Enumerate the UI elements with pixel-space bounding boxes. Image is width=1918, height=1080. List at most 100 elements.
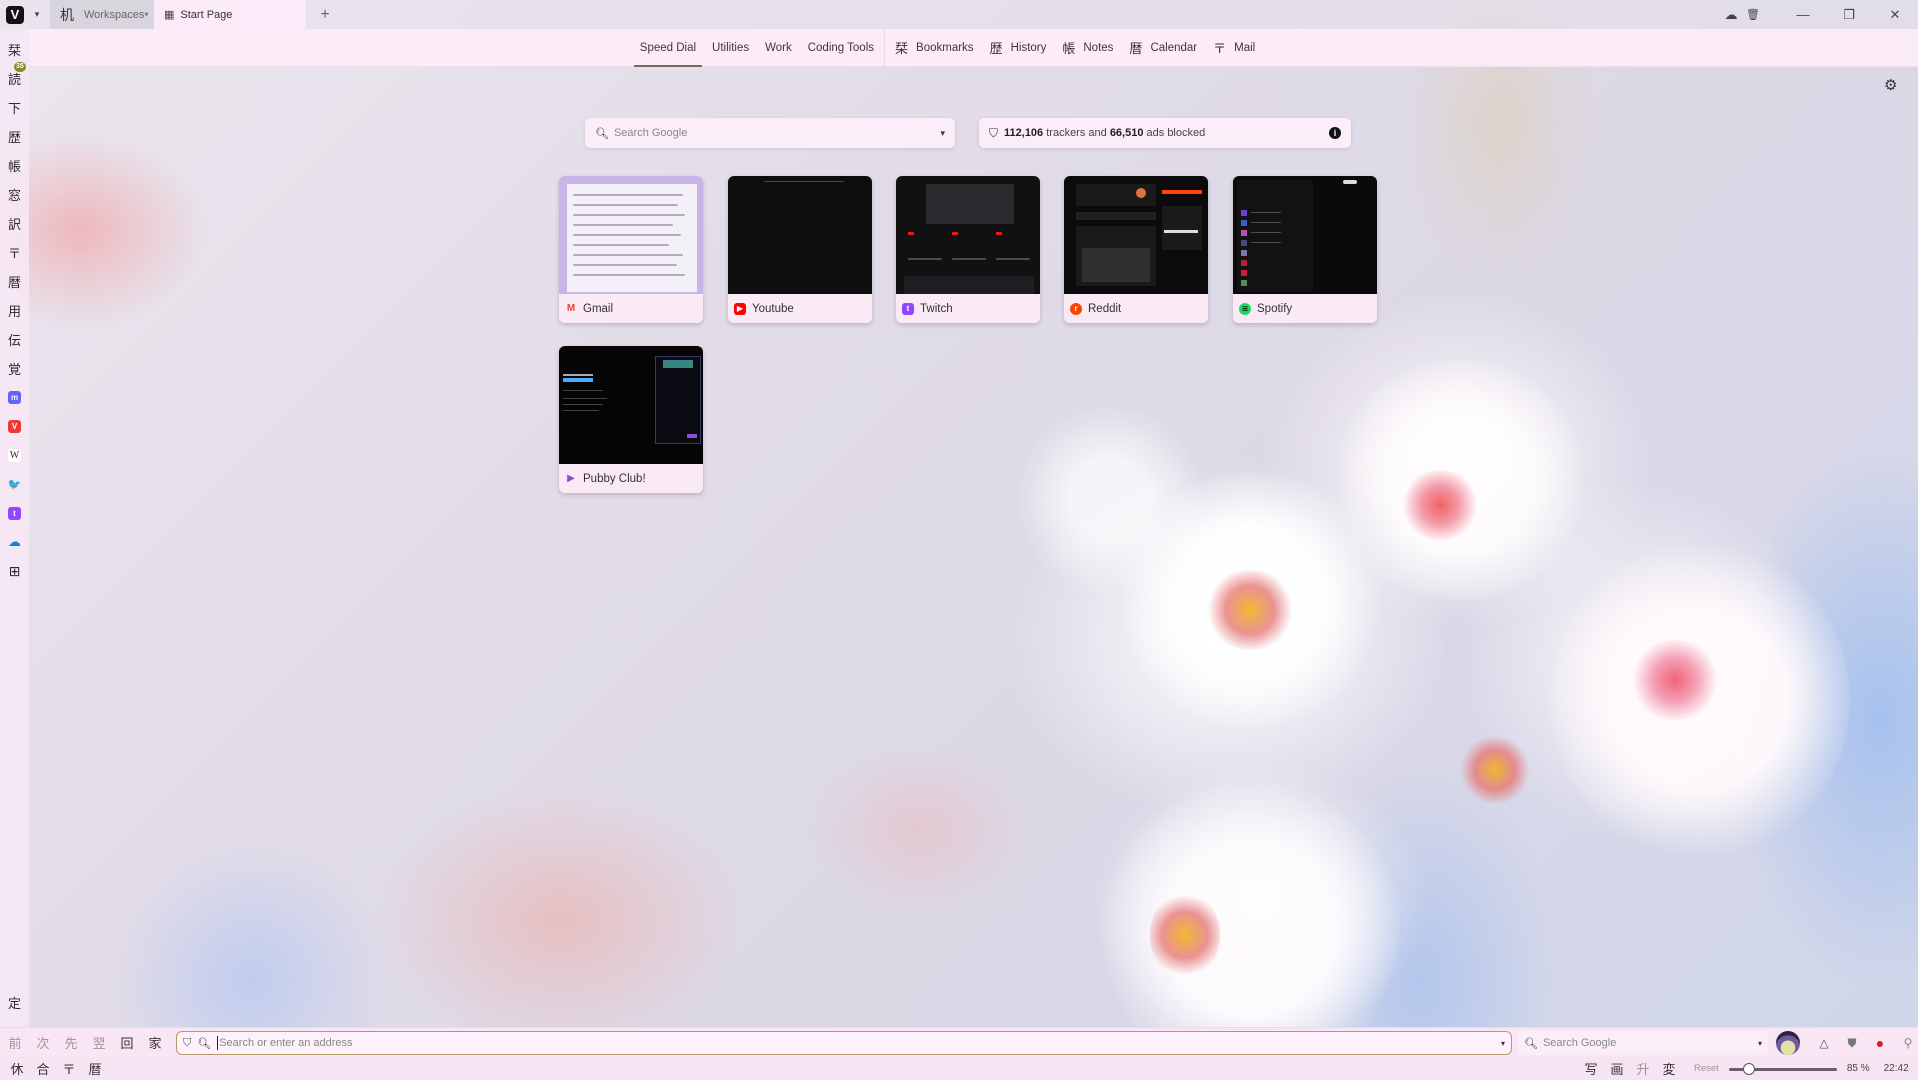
speed-dial-title: Twitch bbox=[920, 302, 953, 315]
search-placeholder: Search Google bbox=[613, 127, 688, 139]
web-panel-mastodon[interactable]: m bbox=[0, 386, 29, 408]
tab-notes[interactable]: 帳 Notes bbox=[1054, 29, 1121, 67]
panel-reading-list-button[interactable]: 読 35 bbox=[0, 62, 29, 89]
tab-calendar[interactable]: 暦 Calendar bbox=[1121, 29, 1205, 67]
new-tab-button[interactable]: + bbox=[312, 6, 338, 24]
back-button[interactable]: 前 bbox=[1, 1033, 29, 1052]
ublock-extension-icon[interactable]: ⛊ bbox=[1838, 1036, 1866, 1051]
web-panel-wikipedia[interactable]: W bbox=[0, 444, 29, 466]
panel-tasks-button[interactable]: 用 bbox=[0, 299, 29, 321]
restore-button[interactable]: ❐ bbox=[1826, 7, 1872, 23]
profile-avatar[interactable] bbox=[1776, 1031, 1800, 1055]
tab-work[interactable]: Work bbox=[757, 29, 800, 67]
speed-dial-reddit[interactable]: r Reddit bbox=[1064, 176, 1208, 323]
panel-downloads-button[interactable]: 下 bbox=[0, 96, 29, 118]
tab-bar: V ▾ 机 Workspaces ▾ ▦ Start Page + ☁ 🗑 — … bbox=[0, 0, 1918, 29]
extensions-icon[interactable]: ⚲ bbox=[1894, 1036, 1918, 1050]
workspaces-button[interactable]: 机 Workspaces ▾ bbox=[50, 0, 154, 29]
window-controls: ☁ 🗑 — ❐ ✕ bbox=[1720, 0, 1918, 29]
trash-icon[interactable]: 🗑 bbox=[1742, 8, 1764, 21]
vivaldi-menu-button[interactable]: V bbox=[6, 5, 24, 24]
search-field[interactable]: 🔍︎ Search Google ▾ bbox=[1518, 1031, 1768, 1055]
web-panel-twitch[interactable]: t bbox=[0, 502, 29, 524]
sync-cloud-icon[interactable]: ☁ bbox=[1720, 7, 1742, 23]
images-toggle-button[interactable]: 画 bbox=[1604, 1059, 1630, 1078]
panel-feeds-button[interactable]: 伝 bbox=[0, 328, 29, 350]
start-page-search[interactable]: 🔍︎ Search Google ▾ bbox=[585, 118, 955, 148]
downloads-icon: 下 bbox=[7, 100, 21, 116]
panel-history-button[interactable]: 歴 bbox=[0, 125, 29, 147]
address-field[interactable]: ⛉ 🔍︎ ▾ bbox=[176, 1031, 1512, 1055]
speed-dial-gmail[interactable]: M Gmail bbox=[559, 176, 703, 323]
trackers-text: trackers and bbox=[1043, 127, 1110, 139]
tracker-blocker-stats: ⛉ 112,106 trackers and 66,510 ads blocke… bbox=[979, 118, 1351, 148]
thumbnail bbox=[1233, 176, 1377, 294]
speed-dial-caption: r Reddit bbox=[1064, 294, 1208, 323]
info-icon[interactable]: i bbox=[1329, 127, 1341, 139]
speed-dial-spotify[interactable]: ≋ Spotify bbox=[1233, 176, 1377, 323]
zoom-slider[interactable] bbox=[1728, 1062, 1837, 1075]
panel-bookmarks-button[interactable]: 栞 bbox=[0, 38, 29, 60]
reddit-icon: r bbox=[1070, 302, 1082, 315]
panel-settings-button[interactable]: 定 bbox=[0, 991, 29, 1013]
panel-window-button[interactable]: 窓 bbox=[0, 183, 29, 205]
capture-button[interactable]: 写 bbox=[1578, 1059, 1604, 1078]
web-panel-twitter[interactable]: 🐦 bbox=[0, 473, 29, 495]
minimize-button[interactable]: — bbox=[1780, 7, 1826, 22]
home-button[interactable]: 家 bbox=[141, 1033, 169, 1052]
site-info-shield-icon[interactable]: ⛉ bbox=[183, 1037, 191, 1050]
web-panel-onedrive[interactable]: ☁ bbox=[0, 531, 29, 553]
wikipedia-icon: W bbox=[8, 448, 21, 462]
panel-mail-button[interactable]: 〒 bbox=[0, 241, 29, 263]
tab-utilities[interactable]: Utilities bbox=[704, 29, 757, 67]
panel-translate-button[interactable]: 訳 bbox=[0, 212, 29, 234]
thumbnail bbox=[559, 346, 703, 464]
address-bar-toolbar: 前 次 先 翌 回 家 ⛉ 🔍︎ ▾ 🔍︎ Search Google ▾ △ … bbox=[0, 1027, 1918, 1057]
tab-history[interactable]: 歴 History bbox=[982, 29, 1055, 67]
record-extension-icon[interactable]: ● bbox=[1866, 1035, 1894, 1051]
mastodon-icon: m bbox=[8, 390, 21, 404]
add-web-panel-button[interactable]: ⊞ bbox=[0, 560, 29, 582]
zoom-level: 85 % bbox=[1846, 1063, 1870, 1074]
menu-caret-icon[interactable]: ▾ bbox=[28, 9, 46, 20]
search-engine-dropdown-icon[interactable]: ▾ bbox=[940, 128, 945, 139]
zoom-slider-knob[interactable] bbox=[1743, 1062, 1756, 1075]
settings-icon: 定 bbox=[7, 995, 21, 1011]
close-button[interactable]: ✕ bbox=[1872, 7, 1918, 23]
calendar-status-button[interactable]: 暦 bbox=[82, 1059, 108, 1078]
speed-dial-pubby-club[interactable]: ▶ Pubby Club! bbox=[559, 346, 703, 493]
speed-dial-twitch[interactable]: t Twitch bbox=[896, 176, 1040, 323]
page-tiling-button[interactable]: 変 bbox=[1656, 1059, 1682, 1078]
web-panel-vivaldi[interactable]: V bbox=[0, 415, 29, 437]
panel-contacts-button[interactable]: 覚 bbox=[0, 357, 29, 379]
panel-notes-button[interactable]: 帳 bbox=[0, 154, 29, 176]
search-engine-dropdown-icon[interactable]: ▾ bbox=[1758, 1039, 1762, 1048]
zoom-reset-button[interactable]: Reset bbox=[1694, 1063, 1719, 1074]
start-page-settings-gear-icon[interactable]: ⚙ bbox=[1884, 76, 1897, 94]
fast-forward-button[interactable]: 先 bbox=[57, 1033, 85, 1052]
mail-status-button[interactable]: 〒 bbox=[56, 1059, 82, 1078]
tab-mail[interactable]: 〒 Mail bbox=[1205, 29, 1263, 67]
tab-start-page[interactable]: ▦ Start Page bbox=[154, 0, 306, 29]
search-icon: 🔍︎ bbox=[595, 127, 609, 140]
tab-label: Bookmarks bbox=[916, 41, 974, 54]
speed-dial-youtube[interactable]: ▶ Youtube bbox=[728, 176, 872, 323]
hibernate-button[interactable]: 休 bbox=[4, 1059, 30, 1078]
tab-coding-tools[interactable]: Coding Tools bbox=[800, 29, 882, 67]
tile-tabs-button[interactable]: 合 bbox=[30, 1059, 56, 1078]
tasks-icon: 用 bbox=[7, 303, 21, 319]
forward-button[interactable]: 次 bbox=[29, 1033, 57, 1052]
tab-label: Speed Dial bbox=[639, 41, 697, 54]
history-dropdown-icon[interactable]: ▾ bbox=[1501, 1039, 1505, 1048]
page-actions-button[interactable]: 升 bbox=[1630, 1059, 1656, 1078]
rewind-button[interactable]: 翌 bbox=[85, 1033, 113, 1052]
sync-icon[interactable]: △ bbox=[1810, 1036, 1838, 1050]
reload-button[interactable]: 回 bbox=[113, 1033, 141, 1052]
shield-icon: ⛉ bbox=[989, 125, 999, 140]
tab-bookmarks[interactable]: 栞 Bookmarks bbox=[887, 29, 982, 67]
tab-speed-dial[interactable]: Speed Dial bbox=[632, 29, 704, 67]
address-input[interactable] bbox=[219, 1037, 1501, 1049]
speed-dial-caption: ≋ Spotify bbox=[1233, 294, 1377, 323]
spotify-icon: ≋ bbox=[1239, 302, 1251, 315]
panel-calendar-button[interactable]: 暦 bbox=[0, 270, 29, 292]
